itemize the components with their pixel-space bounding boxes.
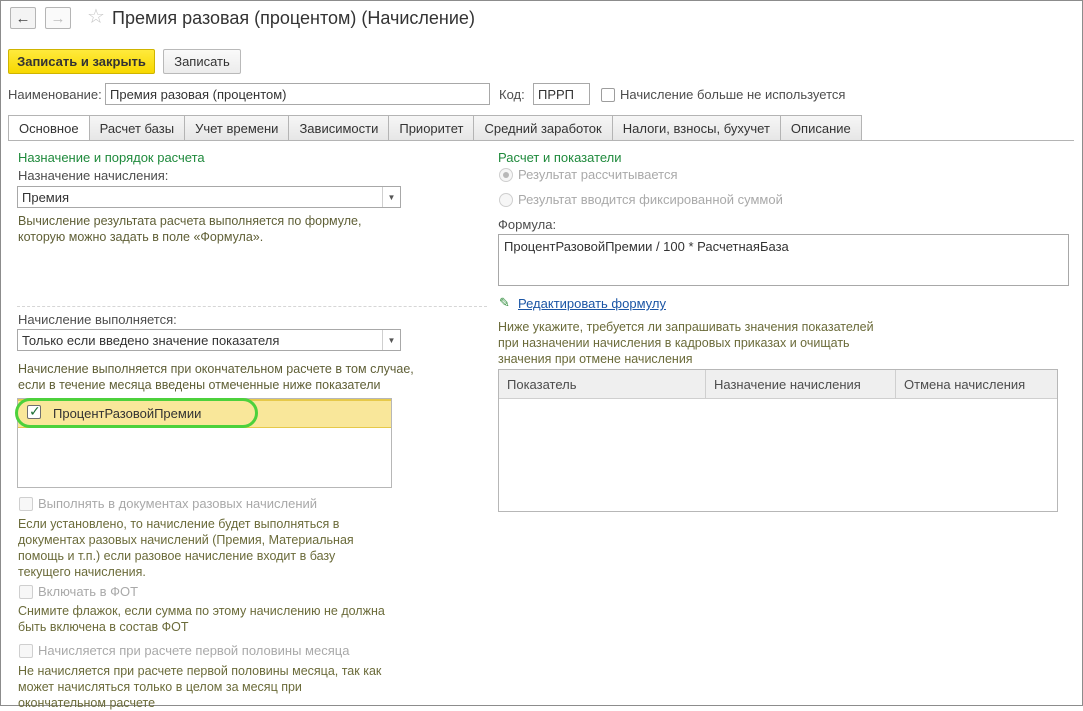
indicators-hint: Ниже укажите, требуется ли запрашивать з… bbox=[498, 320, 874, 366]
fot-hint: Снимите флажок, если сумма по этому начи… bbox=[18, 604, 385, 634]
star-icon[interactable]: ☆ bbox=[87, 6, 105, 28]
back-button[interactable]: ← bbox=[10, 7, 36, 29]
edit-formula-link[interactable]: Редактировать формулу bbox=[518, 296, 666, 311]
half-month-hint: Не начисляется при расчете первой полови… bbox=[18, 664, 382, 710]
fot-checkbox[interactable] bbox=[19, 585, 33, 599]
column-header-indicator[interactable]: Показатель bbox=[499, 370, 706, 399]
pencil-icon: ✎ bbox=[499, 295, 510, 310]
name-label: Наименование: bbox=[8, 87, 102, 102]
page-title: Премия разовая (процентом) (Начисление) bbox=[112, 8, 475, 28]
tab-time-accounting[interactable]: Учет времени bbox=[185, 115, 290, 141]
left-section-title: Назначение и порядок расчета bbox=[18, 150, 205, 165]
code-label: Код: bbox=[499, 87, 525, 102]
arrow-left-icon: ← bbox=[15, 9, 31, 27]
formula-label: Формула: bbox=[498, 217, 557, 232]
name-field[interactable]: Премия разовая (процентом) bbox=[105, 83, 490, 105]
radio-calculated-label: Результат рассчитывается bbox=[518, 167, 678, 182]
tab-main[interactable]: Основное bbox=[8, 115, 90, 141]
right-section-title: Расчет и показатели bbox=[498, 150, 622, 165]
purpose-select[interactable]: Премия ▼ bbox=[17, 186, 401, 208]
exec-hint: Начисление выполняется при окончательном… bbox=[18, 362, 414, 392]
exec-label: Начисление выполняется: bbox=[18, 312, 177, 327]
tab-priority[interactable]: Приоритет bbox=[389, 115, 475, 141]
chevron-down-icon[interactable]: ▼ bbox=[382, 187, 400, 207]
forward-button[interactable]: → bbox=[45, 7, 71, 29]
exec-value: Только если введено значение показателя bbox=[22, 333, 280, 348]
tab-description[interactable]: Описание bbox=[780, 115, 862, 141]
one-time-label: Выполнять в документах разовых начислени… bbox=[38, 496, 318, 511]
column-header-cancel[interactable]: Отмена начисления bbox=[896, 370, 1057, 399]
half-month-label: Начисляется при расчете первой половины … bbox=[38, 643, 350, 658]
unused-label: Начисление больше не используется bbox=[620, 87, 846, 102]
column-header-assignment[interactable]: Назначение начисления bbox=[706, 370, 896, 399]
tab-dependencies[interactable]: Зависимости bbox=[289, 115, 390, 141]
highlight-oval bbox=[15, 398, 258, 428]
purpose-hint: Вычисление результата расчета выполняетс… bbox=[18, 214, 362, 244]
radio-calculated[interactable] bbox=[499, 168, 513, 182]
chevron-down-icon[interactable]: ▼ bbox=[382, 330, 400, 350]
purpose-label: Назначение начисления: bbox=[18, 168, 169, 183]
code-field[interactable]: ПРРП bbox=[533, 83, 590, 105]
one-time-hint: Если установлено, то начисление будет вы… bbox=[18, 517, 354, 579]
tab-taxes[interactable]: Налоги, взносы, бухучет bbox=[612, 115, 781, 141]
purpose-value: Премия bbox=[22, 190, 70, 205]
radio-fixed-label: Результат вводится фиксированной суммой bbox=[518, 192, 783, 207]
half-month-checkbox[interactable] bbox=[19, 644, 33, 658]
tab-bar: Основное Расчет базы Учет времени Зависи… bbox=[8, 115, 862, 141]
fot-label: Включать в ФОТ bbox=[38, 584, 139, 599]
table-header: Показатель Назначение начисления Отмена … bbox=[499, 370, 1057, 399]
formula-field[interactable]: ПроцентРазовойПремии / 100 * РасчетнаяБа… bbox=[498, 234, 1069, 286]
tab-average-earnings[interactable]: Средний заработок bbox=[474, 115, 613, 141]
divider bbox=[17, 306, 487, 307]
save-and-close-button[interactable]: Записать и закрыть bbox=[8, 49, 155, 74]
indicators-table: Показатель Назначение начисления Отмена … bbox=[498, 369, 1058, 512]
tab-calc-base[interactable]: Расчет базы bbox=[89, 115, 186, 141]
arrow-right-icon: → bbox=[50, 9, 66, 27]
radio-fixed[interactable] bbox=[499, 193, 513, 207]
save-button[interactable]: Записать bbox=[163, 49, 241, 74]
tab-divider bbox=[8, 140, 1074, 141]
unused-checkbox[interactable] bbox=[601, 88, 615, 102]
one-time-checkbox[interactable] bbox=[19, 497, 33, 511]
exec-select[interactable]: Только если введено значение показателя … bbox=[17, 329, 401, 351]
